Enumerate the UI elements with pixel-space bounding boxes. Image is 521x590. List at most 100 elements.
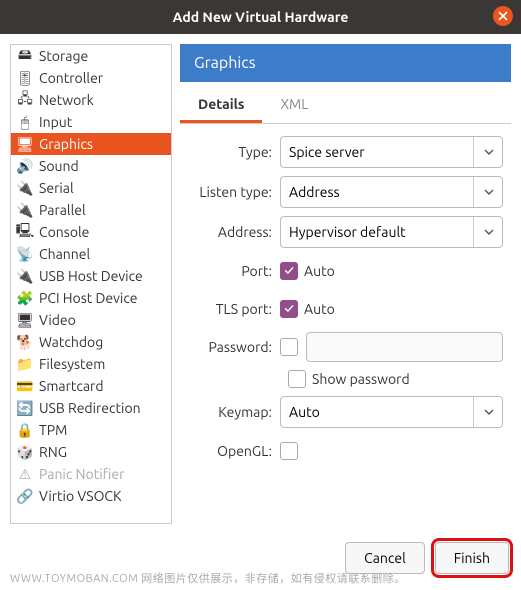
smartcard-icon: 💳 — [17, 378, 33, 394]
show-password-label: Show password — [312, 371, 410, 387]
channel-icon: 📡 — [17, 246, 33, 262]
tls-port-label: TLS port: — [188, 301, 280, 317]
sidebar-item-label: RNG — [39, 444, 67, 460]
sidebar-item-label: Serial — [39, 180, 74, 196]
sidebar-item-label: Controller — [39, 70, 103, 86]
finish-button[interactable]: Finish — [435, 542, 509, 574]
keymap-combo[interactable]: Auto — [280, 396, 503, 428]
sidebar-item-label: Watchdog — [39, 334, 103, 350]
sidebar-item-vsock[interactable]: 🔗 Virtio VSOCK — [11, 485, 171, 507]
sidebar-item-graphics[interactable]: 🖥 Graphics — [11, 133, 171, 155]
keymap-value: Auto — [289, 404, 320, 420]
tab-bar: Details XML — [180, 88, 511, 124]
opengl-label: OpenGL: — [188, 443, 280, 459]
port-auto-label: Auto — [304, 263, 335, 279]
graphics-icon: 🖥 — [17, 136, 33, 152]
tab-details[interactable]: Details — [180, 88, 262, 123]
sidebar-item-label: Sound — [39, 158, 79, 174]
hardware-sidebar: 🖴 Storage 🎚 Controller 🖧Network 🖱 Input 🖥 Graphi… — [10, 44, 172, 524]
sidebar-item-filesystem[interactable]: 📁 Filesystem — [11, 353, 171, 375]
opengl-checkbox[interactable] — [280, 442, 298, 460]
port-label: Port: — [188, 263, 280, 279]
tls-port-auto-checkbox[interactable] — [280, 300, 298, 318]
pci-icon: 🧩 — [17, 290, 33, 306]
type-label: Type: — [188, 144, 280, 160]
sidebar-item-label: Channel — [39, 246, 90, 262]
sidebar-item-serial[interactable]: 🔌Serial — [11, 177, 171, 199]
storage-icon: 🖴 — [17, 48, 33, 64]
parallel-icon: 🔌 — [17, 202, 33, 218]
sidebar-item-label: USB Host Device — [39, 268, 143, 284]
listen-type-combo[interactable]: Address — [280, 176, 503, 208]
sidebar-item-console[interactable]: 🖳 Console — [11, 221, 171, 243]
sidebar-item-label: Smartcard — [39, 378, 104, 394]
sidebar-item-pci[interactable]: 🧩PCI Host Device — [11, 287, 171, 309]
address-combo[interactable]: Hypervisor default — [280, 216, 503, 248]
sidebar-item-label: Video — [39, 312, 76, 328]
chevron-down-icon — [473, 217, 494, 247]
form-area: Type: Spice server Listen type: Address … — [180, 124, 511, 524]
sidebar-item-label: Filesystem — [39, 356, 105, 372]
sidebar-item-video[interactable]: 🖥 Video — [11, 309, 171, 331]
tpm-icon: 🔒 — [17, 422, 33, 438]
console-icon: 🖳 — [17, 224, 33, 240]
input-icon: 🖱 — [17, 114, 33, 130]
sidebar-item-controller[interactable]: 🎚 Controller — [11, 67, 171, 89]
sidebar-item-label: Network — [39, 92, 94, 108]
tls-port-auto-label: Auto — [304, 301, 335, 317]
sidebar-item-channel[interactable]: 📡 Channel — [11, 243, 171, 265]
sidebar-item-label: Parallel — [39, 202, 86, 218]
panel-header: Graphics — [180, 44, 511, 82]
sidebar-item-usb[interactable]: 🔌 USB Host Device — [11, 265, 171, 287]
sidebar-item-input[interactable]: 🖱 Input — [11, 111, 171, 133]
sidebar-item-tpm[interactable]: 🔒 TPM — [11, 419, 171, 441]
sidebar-item-parallel[interactable]: 🔌 Parallel — [11, 199, 171, 221]
address-label: Address: — [188, 224, 280, 240]
tab-xml[interactable]: XML — [262, 88, 326, 123]
panic-icon: ⚠ — [17, 466, 33, 482]
sidebar-item-sound[interactable]: 🔊Sound — [11, 155, 171, 177]
close-icon — [498, 11, 508, 21]
rng-icon: 🎲 — [17, 444, 33, 460]
password-input[interactable] — [306, 332, 503, 362]
password-label: Password: — [188, 339, 280, 355]
sidebar-item-smartcard[interactable]: 💳 Smartcard — [11, 375, 171, 397]
vsock-icon: 🔗 — [17, 488, 33, 504]
titlebar: Add New Virtual Hardware — [0, 0, 521, 34]
chevron-down-icon — [473, 177, 494, 207]
chevron-down-icon — [473, 137, 494, 167]
sidebar-item-label: Virtio VSOCK — [39, 488, 122, 504]
address-value: Hypervisor default — [289, 224, 406, 240]
sidebar-item-label: USB Redirection — [39, 400, 141, 416]
listen-type-label: Listen type: — [188, 184, 280, 200]
filesystem-icon: 📁 — [17, 356, 33, 372]
listen-type-value: Address — [289, 184, 340, 200]
sidebar-item-storage[interactable]: 🖴 Storage — [11, 45, 171, 67]
sidebar-item-usbredir[interactable]: 🔄 USB Redirection — [11, 397, 171, 419]
window-title: Add New Virtual Hardware — [173, 9, 349, 25]
watchdog-icon: 🐕 — [17, 334, 33, 350]
sidebar-item-label: TPM — [39, 422, 67, 438]
close-button[interactable] — [493, 6, 513, 26]
sidebar-item-rng[interactable]: 🎲 RNG — [11, 441, 171, 463]
port-auto-checkbox[interactable] — [280, 262, 298, 280]
sidebar-item-network[interactable]: 🖧Network — [11, 89, 171, 111]
main-panel: Graphics Details XML Type: Spice server … — [180, 44, 511, 524]
password-enable-checkbox[interactable] — [280, 338, 298, 356]
usb-icon: 🔌 — [17, 268, 33, 284]
sidebar-item-label: Input — [39, 114, 72, 130]
sidebar-item-label: Graphics — [39, 136, 93, 152]
sidebar-item-label: Storage — [39, 48, 88, 64]
type-combo[interactable]: Spice server — [280, 136, 503, 168]
video-icon: 🖥 — [17, 312, 33, 328]
type-value: Spice server — [289, 144, 365, 160]
sidebar-item-label: Panic Notifier — [39, 466, 124, 482]
controller-icon: 🎚 — [17, 70, 33, 86]
usbredir-icon: 🔄 — [17, 400, 33, 416]
sidebar-item-label: Console — [39, 224, 89, 240]
show-password-checkbox[interactable] — [288, 370, 306, 388]
keymap-label: Keymap: — [188, 404, 280, 420]
chevron-down-icon — [473, 397, 494, 427]
sidebar-item-watchdog[interactable]: 🐕 Watchdog — [11, 331, 171, 353]
sidebar-item-panic: ⚠ Panic Notifier — [11, 463, 171, 485]
